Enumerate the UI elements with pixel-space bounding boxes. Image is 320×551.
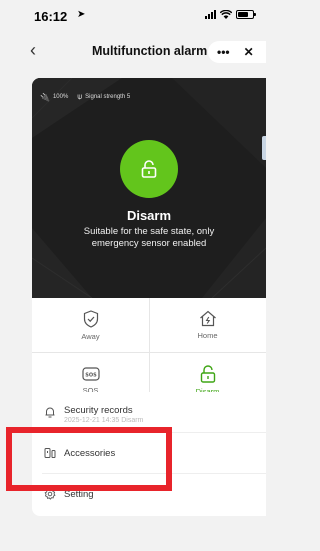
- device-info-row: 🔌 100% ⍦ Signal strength 5: [40, 92, 130, 102]
- location-arrow-icon: ➤: [77, 9, 86, 20]
- battery-text: 100%: [52, 94, 69, 100]
- mode-label: Away: [81, 331, 100, 341]
- page-title: Multifunction alarm: [92, 44, 208, 58]
- current-mode-description: Suitable for the safe state, only emerge…: [83, 226, 215, 249]
- close-icon[interactable]: ✕: [244, 45, 254, 59]
- svg-text:SOS: SOS: [85, 372, 97, 378]
- side-tab[interactable]: [262, 136, 266, 160]
- battery-icon: [236, 10, 256, 19]
- unlock-icon: [200, 364, 215, 383]
- signal-icon: ⍦: [77, 92, 83, 101]
- bell-icon: [45, 407, 55, 418]
- alarm-status-panel: 🔌 100% ⍦ Signal strength 5 Disarm Suitab…: [32, 78, 266, 298]
- nav-capsule: ••• ✕: [208, 41, 266, 63]
- mode-home-button[interactable]: Home: [149, 298, 266, 352]
- more-icon[interactable]: •••: [217, 45, 230, 59]
- back-icon[interactable]: ‹: [30, 40, 36, 61]
- status-time: 16:12: [34, 9, 68, 24]
- nav-bar: ‹ Multifunction alarm ••• ✕: [0, 34, 266, 70]
- mode-label: Home: [197, 331, 218, 340]
- signal-text: Signal strength 5: [85, 94, 131, 100]
- current-mode-title: Disarm: [126, 208, 172, 223]
- alarm-card: 🔌 100% ⍦ Signal strength 5 Disarm Suitab…: [32, 78, 266, 407]
- unlock-icon: [141, 160, 157, 178]
- wifi-icon: [220, 10, 232, 19]
- home-bolt-icon: [199, 310, 216, 327]
- status-icons: [205, 10, 256, 19]
- shield-check-icon: [83, 309, 98, 328]
- cellular-signal-icon: [205, 10, 216, 19]
- menu-item-label: Security records: [64, 405, 133, 416]
- plug-icon: 🔌: [40, 92, 50, 102]
- security-records-item[interactable]: Security records 2025-12-21 14:35 Disarm: [32, 392, 266, 432]
- menu-item-subtitle: 2025-12-21 14:35 Disarm: [64, 417, 144, 424]
- highlight-box: [6, 427, 172, 491]
- mode-grid: Away Home SOS SOS Disarm: [32, 298, 266, 407]
- status-bar: 16:12 ➤: [0, 0, 266, 34]
- sos-icon: SOS: [81, 366, 100, 381]
- mode-away-button[interactable]: Away: [32, 298, 149, 352]
- disarm-status-button[interactable]: [120, 140, 178, 198]
